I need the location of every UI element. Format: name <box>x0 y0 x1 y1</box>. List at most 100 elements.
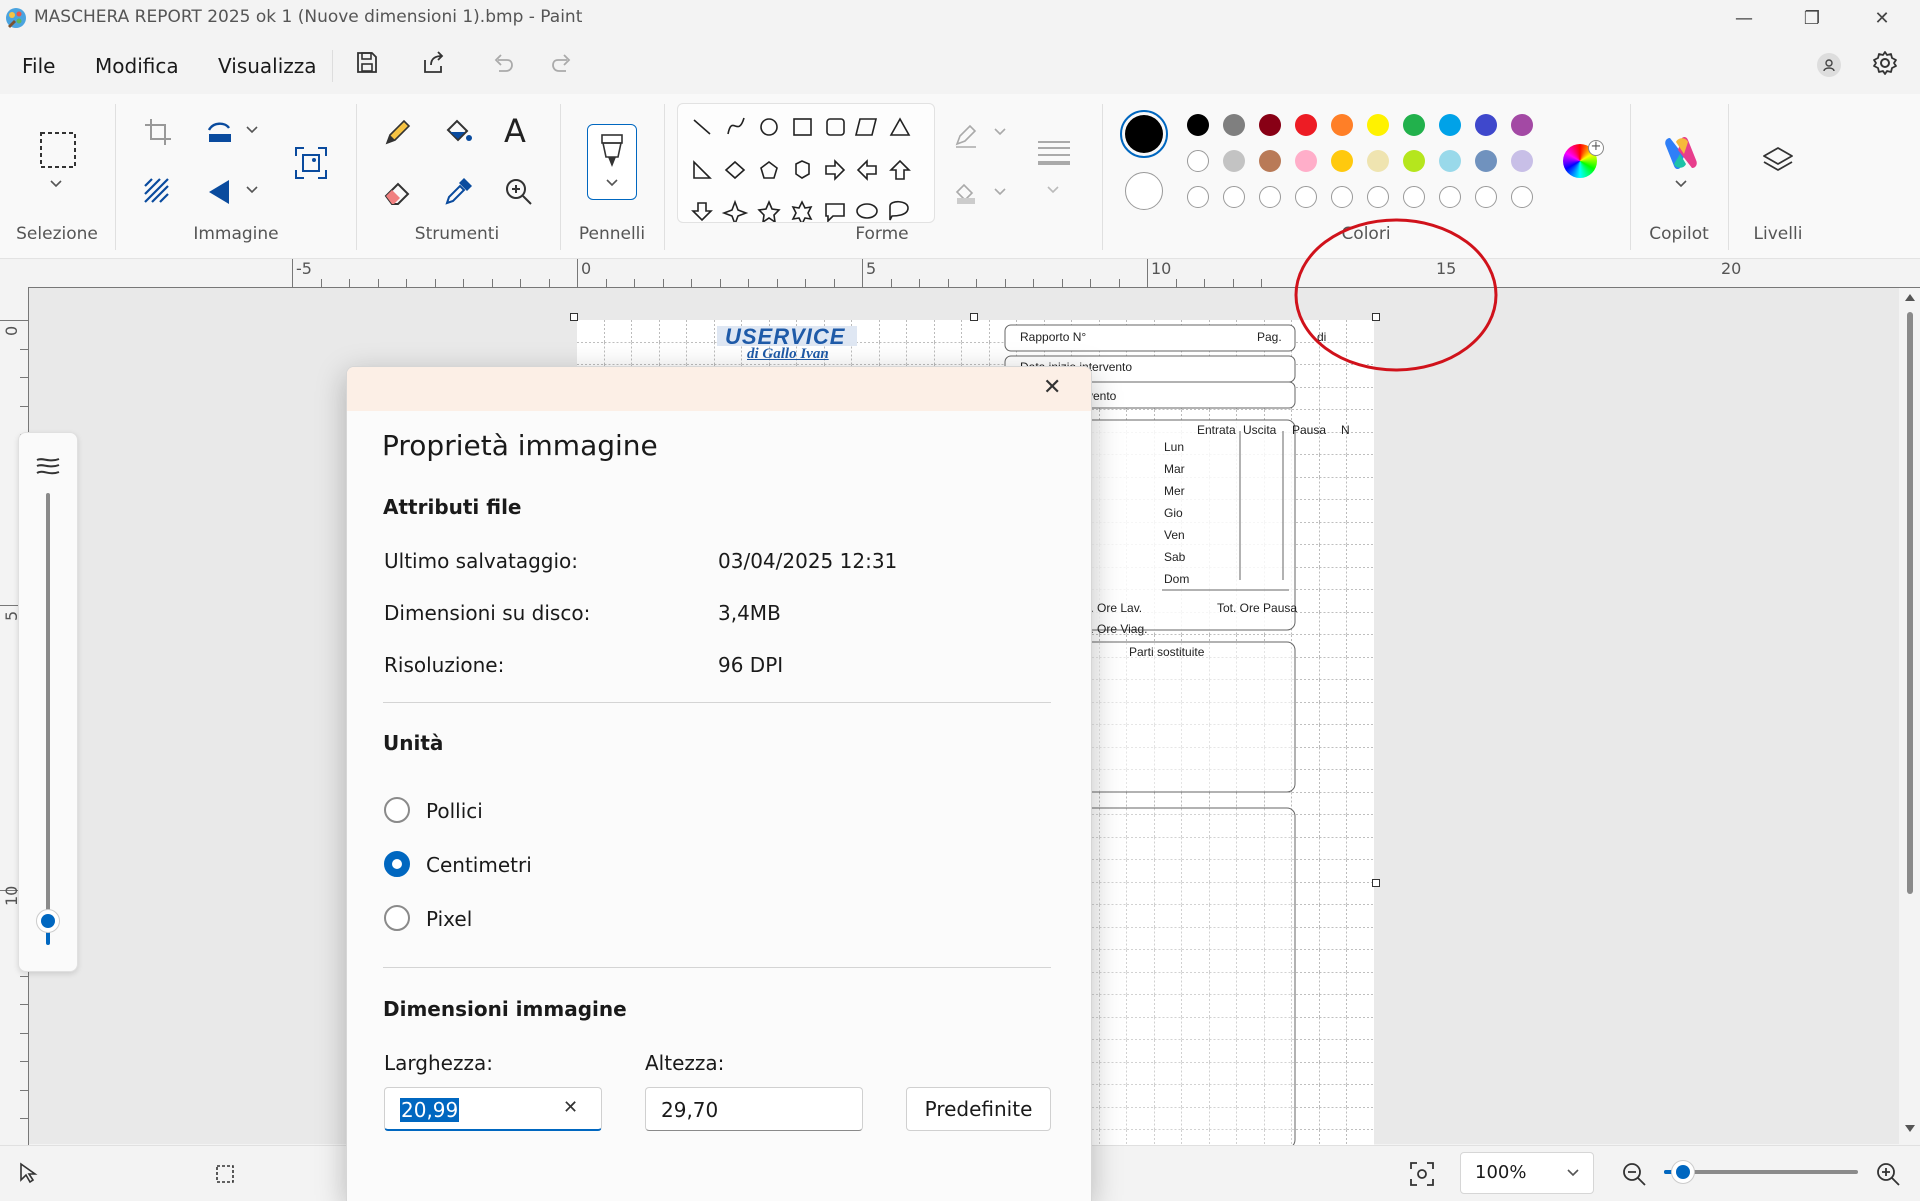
doc-pag: Pag. <box>1257 330 1282 344</box>
zoom-value: 100% <box>1475 1162 1527 1183</box>
palette-color-swatch[interactable] <box>1439 114 1461 136</box>
secondary-color-swatch[interactable] <box>1125 172 1163 210</box>
brushes-button[interactable] <box>587 124 637 200</box>
radio-centimeters[interactable] <box>384 851 410 877</box>
ruler-tick <box>862 259 863 287</box>
height-input[interactable]: 29,70 <box>645 1087 863 1131</box>
palette-color-swatch[interactable] <box>1187 150 1209 172</box>
palette-color-swatch[interactable] <box>1259 150 1281 172</box>
defaults-button[interactable]: Predefinite <box>906 1087 1051 1131</box>
ruler-tick <box>1004 279 1006 287</box>
palette-color-swatch[interactable] <box>1511 114 1533 136</box>
height-input-value: 29,70 <box>661 1098 719 1122</box>
palette-color-swatch[interactable] <box>1403 150 1425 172</box>
menu-edit[interactable]: Modifica <box>95 54 179 78</box>
text-tool-icon[interactable]: A <box>504 112 526 150</box>
palette-color-swatch[interactable] <box>1331 150 1353 172</box>
chevron-down-icon[interactable] <box>1045 184 1061 196</box>
width-input[interactable]: 20,99 ✕ <box>384 1087 602 1131</box>
settings-gear-icon[interactable] <box>1871 49 1899 77</box>
dialog-close-button[interactable]: ✕ <box>1043 375 1061 400</box>
save-icon[interactable] <box>354 50 380 76</box>
rectangle-selection-icon[interactable] <box>38 130 78 170</box>
shapes-gallery <box>677 103 935 223</box>
chevron-down-icon[interactable] <box>48 178 64 190</box>
ruler-tick <box>748 279 749 287</box>
zoom-out-icon[interactable] <box>1620 1160 1648 1188</box>
scroll-down-icon[interactable] <box>1904 1124 1916 1134</box>
fit-to-window-icon[interactable] <box>1408 1160 1436 1188</box>
resize-handle-top[interactable] <box>970 313 978 321</box>
fill-bucket-icon[interactable] <box>442 116 474 148</box>
palette-color-swatch[interactable] <box>1403 114 1425 136</box>
chevron-down-icon[interactable] <box>1673 178 1689 190</box>
palette-color-swatch[interactable] <box>1331 114 1353 136</box>
image-generator-icon[interactable] <box>292 144 330 182</box>
eraser-icon[interactable] <box>382 176 414 208</box>
custom-color-slot[interactable] <box>1223 186 1245 208</box>
ruler-tick <box>0 320 28 321</box>
pencil-icon[interactable] <box>382 116 414 148</box>
doc-day-label: Sab <box>1164 550 1186 564</box>
zoom-in-icon[interactable] <box>1874 1160 1902 1188</box>
invert-selection-icon[interactable] <box>142 176 174 208</box>
doc-tot-ore-pausa: Tot. Ore Pausa <box>1217 601 1298 615</box>
doc-day-label: Gio <box>1164 506 1183 520</box>
palette-color-swatch[interactable] <box>1259 114 1281 136</box>
copilot-icon[interactable] <box>1660 132 1702 174</box>
custom-color-slot[interactable] <box>1187 186 1209 208</box>
primary-color-selector[interactable] <box>1120 110 1168 158</box>
ruler-tick <box>1061 279 1063 287</box>
edit-colors-icon[interactable]: + <box>1563 140 1604 178</box>
palette-color-swatch[interactable] <box>1295 114 1317 136</box>
flip-icon[interactable] <box>205 176 237 208</box>
brush-size-slider-thumb[interactable] <box>36 909 60 933</box>
color-picker-icon[interactable] <box>442 176 474 208</box>
maximize-button[interactable]: ❐ <box>1782 0 1842 36</box>
custom-color-slot[interactable] <box>1259 186 1281 208</box>
redo-icon[interactable] <box>549 50 575 76</box>
palette-color-swatch[interactable] <box>1367 150 1389 172</box>
menu-view[interactable]: Visualizza <box>218 54 317 78</box>
palette-color-swatch[interactable] <box>1187 114 1209 136</box>
palette-color-swatch[interactable] <box>1475 150 1497 172</box>
close-window-button[interactable]: ✕ <box>1852 0 1912 36</box>
line-thickness-icon[interactable] <box>1034 136 1074 168</box>
chevron-down-icon[interactable] <box>244 184 260 196</box>
radio-inches[interactable] <box>384 797 410 823</box>
crop-icon[interactable] <box>142 116 174 148</box>
clear-input-icon[interactable]: ✕ <box>563 1097 578 1118</box>
share-icon[interactable] <box>421 50 447 76</box>
account-icon[interactable] <box>1817 53 1841 77</box>
brush-size-slider-track[interactable] <box>46 493 50 933</box>
outline-icon[interactable] <box>952 122 980 150</box>
custom-color-slot[interactable] <box>1511 186 1533 208</box>
palette-color-swatch[interactable] <box>1367 114 1389 136</box>
scroll-up-icon[interactable] <box>1904 292 1916 302</box>
palette-color-swatch[interactable] <box>1223 150 1245 172</box>
ruler-tick <box>406 279 407 287</box>
zoom-select[interactable]: 100% <box>1460 1152 1594 1194</box>
ruler-tick <box>1090 279 1091 287</box>
palette-color-swatch[interactable] <box>1295 150 1317 172</box>
resize-handle-right[interactable] <box>1372 879 1380 887</box>
chevron-down-icon[interactable] <box>992 126 1008 138</box>
palette-color-swatch[interactable] <box>1439 150 1461 172</box>
resize-icon[interactable] <box>205 116 237 148</box>
menu-file[interactable]: File <box>22 54 55 78</box>
radio-pixels[interactable] <box>384 905 410 931</box>
vertical-scrollbar[interactable] <box>1900 288 1920 1144</box>
chevron-down-icon[interactable] <box>244 124 260 136</box>
palette-color-swatch[interactable] <box>1475 114 1497 136</box>
minimize-button[interactable]: — <box>1714 0 1774 36</box>
layers-icon[interactable] <box>1760 144 1796 180</box>
resize-handle-top-left[interactable] <box>570 313 578 321</box>
ruler-tick <box>20 975 28 977</box>
chevron-down-icon[interactable] <box>992 186 1008 198</box>
palette-color-swatch[interactable] <box>1223 114 1245 136</box>
palette-color-swatch[interactable] <box>1511 150 1533 172</box>
fill-style-icon[interactable] <box>952 180 980 208</box>
magnifier-icon[interactable] <box>503 176 535 208</box>
undo-icon[interactable] <box>490 50 516 76</box>
vertical-scroll-thumb[interactable] <box>1907 312 1913 894</box>
